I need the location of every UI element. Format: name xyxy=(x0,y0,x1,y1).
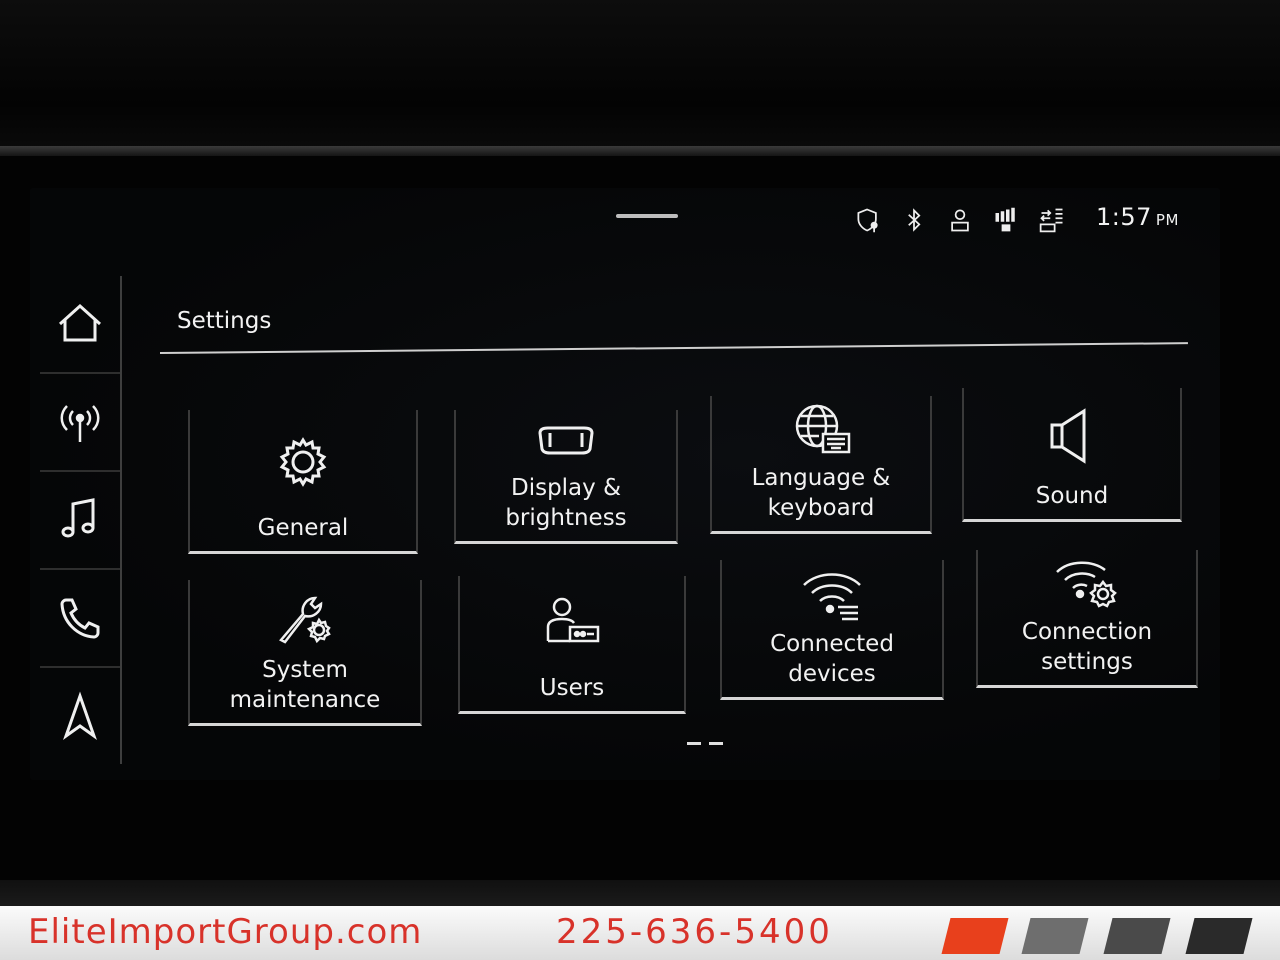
dashboard-top xyxy=(0,0,1280,150)
music-icon xyxy=(61,498,95,538)
rail-home[interactable] xyxy=(40,276,120,374)
pull-down-handle[interactable] xyxy=(616,214,678,218)
speaker-icon xyxy=(1050,407,1086,464)
status-icons xyxy=(852,204,1068,236)
tile-display-brightness[interactable]: Display & brightness xyxy=(454,410,678,544)
banner-stripe-gray xyxy=(1021,918,1089,954)
tile-label: Connection settings xyxy=(1021,619,1153,675)
page-dot-2 xyxy=(709,742,723,745)
clock: 1:57 PM xyxy=(1096,203,1179,231)
page-dot-1 xyxy=(687,742,701,745)
phone-icon xyxy=(60,598,100,639)
tile-connected-devices[interactable]: Connected devices xyxy=(720,560,944,700)
clock-time: 1:57 xyxy=(1096,203,1152,231)
display-icon xyxy=(538,426,594,455)
left-rail xyxy=(40,276,122,764)
tile-label: Language & keyboard xyxy=(751,465,891,521)
tile-label: Connected devices xyxy=(770,631,894,687)
dealer-banner: EliteImportGroup.com 225-636-5400 xyxy=(0,906,1280,960)
page-indicator[interactable] xyxy=(687,742,723,745)
tile-label: System maintenance xyxy=(229,657,381,713)
navigation-icon xyxy=(63,691,97,740)
banner-stripe-red xyxy=(941,918,1009,954)
banner-stripe-dark xyxy=(1185,918,1253,954)
signal-3g-icon xyxy=(990,204,1022,236)
tile-label: Display & brightness xyxy=(505,475,627,531)
page-title: Settings xyxy=(177,308,272,334)
bluetooth-icon[interactable] xyxy=(898,204,930,236)
rail-navigation[interactable] xyxy=(40,668,120,764)
tile-language-keyboard[interactable]: Language & keyboard xyxy=(710,396,932,534)
radio-icon xyxy=(60,405,100,442)
gear-icon xyxy=(279,436,327,487)
clock-ampm: PM xyxy=(1155,211,1179,229)
user-icon[interactable] xyxy=(944,204,976,236)
tile-label: Sound xyxy=(1035,483,1109,509)
tile-general[interactable]: General xyxy=(188,410,418,554)
banner-stripe-darkgray xyxy=(1103,918,1171,954)
tile-label: General xyxy=(257,515,349,541)
wrench-gear-icon xyxy=(279,596,331,644)
wifi-gear-icon xyxy=(1056,561,1117,608)
rail-phone[interactable] xyxy=(40,570,120,668)
tile-sound[interactable]: Sound xyxy=(962,388,1182,522)
rail-radio[interactable] xyxy=(40,374,120,472)
tile-label: Users xyxy=(539,675,605,701)
dealer-website: EliteImportGroup.com xyxy=(28,912,423,952)
globe-keyboard-icon xyxy=(795,404,851,453)
wifi-devices-icon xyxy=(803,572,861,620)
bezel-edge xyxy=(0,146,1280,156)
rail-music[interactable] xyxy=(40,472,120,570)
privacy-location-icon[interactable] xyxy=(852,204,884,236)
tile-users[interactable]: Users xyxy=(458,576,686,714)
lte-icon xyxy=(1036,204,1068,236)
dealer-phone: 225-636-5400 xyxy=(556,912,833,952)
tile-connection-settings[interactable]: Connection settings xyxy=(976,550,1198,688)
tile-system-maintenance[interactable]: System maintenance xyxy=(188,580,422,726)
user-card-icon xyxy=(546,597,600,642)
home-icon xyxy=(58,303,102,342)
